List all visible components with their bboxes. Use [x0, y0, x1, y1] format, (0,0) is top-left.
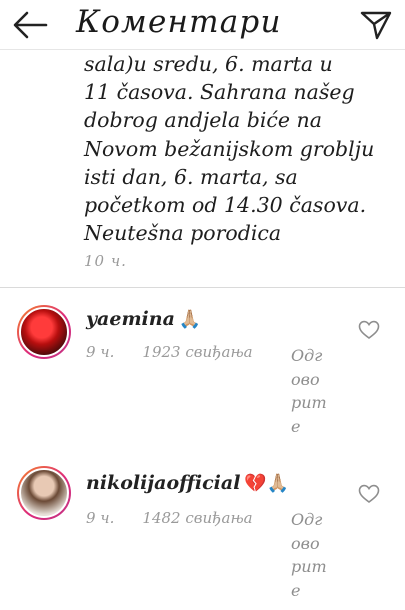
share-button[interactable] — [359, 9, 393, 41]
like-button[interactable] — [358, 484, 380, 504]
back-arrow-icon — [13, 11, 48, 39]
avatar-image — [19, 307, 69, 357]
comment-emoji: 💔🙏🏼 — [244, 473, 290, 494]
comment-meta: 9 ч. 1923 свиђања — [86, 343, 253, 361]
comment-item: nikolijaofficial 💔🙏🏼 9 ч. 1482 свиђања Одг… — [0, 450, 405, 600]
post-caption: sala)u sredu, 6. marta u 11 časova. Sahr… — [84, 50, 394, 247]
avatar[interactable] — [17, 466, 71, 520]
caption-line: dobrog andjela biće na — [84, 108, 322, 133]
back-button[interactable] — [10, 8, 50, 42]
comment-username-line: yaemina 🙏🏼 — [86, 308, 201, 330]
reply-button[interactable]: Одговорите — [291, 508, 327, 602]
comment-likes[interactable]: 1923 свиђања — [142, 343, 252, 361]
avatar[interactable] — [17, 305, 71, 359]
comment-username[interactable]: yaemina — [86, 308, 175, 330]
paper-plane-icon — [360, 11, 392, 40]
comment-username-line: nikolijaofficial 💔🙏🏼 — [86, 472, 289, 494]
comment-username[interactable]: nikolijaofficial — [86, 472, 240, 494]
caption-line: isti dan, 6. marta, sa — [84, 164, 298, 189]
reply-button[interactable]: Одговорите — [291, 344, 327, 438]
caption-line: Novom bežanijskom groblju — [84, 136, 375, 161]
caption-line: sala)u sredu, 6. marta u — [84, 52, 333, 76]
caption-line: 11 časova. Sahrana našeg — [84, 80, 355, 105]
page-title: Коментари — [76, 4, 282, 40]
comment-likes[interactable]: 1482 свиђања — [142, 509, 252, 527]
comment-meta: 9 ч. 1482 свиђања — [86, 509, 253, 527]
comment-time: 9 ч. — [86, 343, 115, 361]
avatar-image — [19, 468, 69, 518]
like-button[interactable] — [358, 320, 380, 340]
caption-line: početkom od 14.30 časova. — [84, 193, 367, 218]
caption-line: Neutešna porodica — [84, 221, 282, 246]
heart-icon — [358, 484, 380, 503]
top-bar: Коментари — [0, 0, 405, 50]
heart-icon — [358, 320, 380, 339]
comment-emoji: 🙏🏼 — [178, 309, 202, 330]
comment-time: 9 ч. — [86, 509, 115, 527]
comment-item: yaemina 🙏🏼 9 ч. 1923 свиђања Одговорите — [0, 288, 405, 438]
caption-timestamp: 10 ч. — [84, 252, 127, 270]
